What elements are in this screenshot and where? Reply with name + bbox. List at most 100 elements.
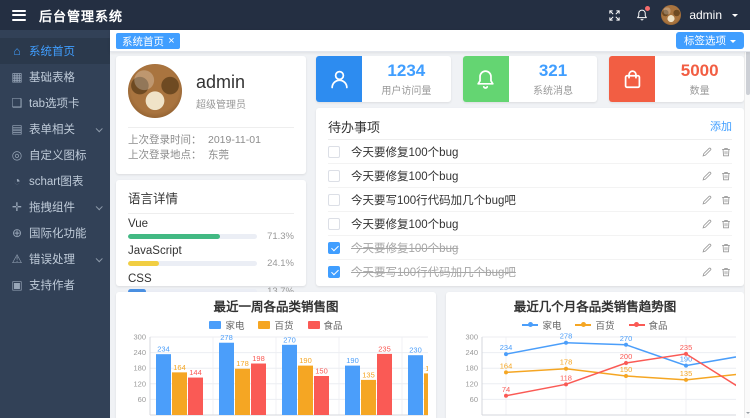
sidebar-item-系统首页[interactable]: ⌂系统首页 xyxy=(0,38,110,64)
todo-text: 今天要修复100个bug xyxy=(351,240,701,256)
legend-item[interactable]: 食品 xyxy=(308,318,343,332)
todo-item: 今天要写100行代码加几个bug吧 xyxy=(328,260,732,284)
delete-icon[interactable] xyxy=(720,194,732,206)
edit-icon[interactable] xyxy=(701,170,713,182)
info-value: 2019-11-01 xyxy=(208,133,261,148)
username[interactable]: admin xyxy=(689,8,722,22)
todo-title: 待办事项 xyxy=(328,117,380,136)
svg-text:144: 144 xyxy=(189,368,202,377)
todo-checkbox[interactable] xyxy=(328,218,340,230)
i18n-globe-icon: ⊕ xyxy=(9,226,25,240)
info-value: 东莞 xyxy=(208,148,229,163)
delete-icon[interactable] xyxy=(720,266,732,278)
sidebar-item-label: 支持作者 xyxy=(29,277,75,293)
sidebar-item-label: 错误处理 xyxy=(29,251,75,267)
legend-item[interactable]: 家电 xyxy=(522,318,561,332)
close-icon[interactable] xyxy=(168,35,174,47)
todo-checkbox[interactable] xyxy=(328,170,340,182)
fullscreen-icon[interactable] xyxy=(605,6,623,24)
scrollbar[interactable] xyxy=(744,30,750,418)
notification-badge xyxy=(645,6,650,11)
sidebar-item-自定义图标[interactable]: ◎自定义图标 xyxy=(0,142,110,168)
bar-chart: 60120180240300周一周二周三周四周五2342782701902301… xyxy=(124,332,428,418)
tabs-container: 系统首页 xyxy=(116,32,180,50)
svg-text:278: 278 xyxy=(560,332,573,341)
svg-text:120: 120 xyxy=(465,379,478,388)
svg-text:300: 300 xyxy=(133,333,146,342)
svg-text:135: 135 xyxy=(362,370,375,379)
bar-chart-title: 最近一周各品类销售图 xyxy=(124,298,428,317)
sidebar-item-label: 系统首页 xyxy=(29,43,75,59)
chevron-down-icon xyxy=(730,40,736,46)
delete-icon[interactable] xyxy=(720,146,732,158)
edit-icon[interactable] xyxy=(701,218,713,230)
svg-text:270: 270 xyxy=(620,334,633,343)
sidebar-item-国际化功能[interactable]: ⊕ 国际化功能 xyxy=(0,220,110,246)
svg-text:60: 60 xyxy=(138,395,146,404)
legend-label: 百货 xyxy=(595,318,614,332)
sidebar-item-错误处理[interactable]: ⚠ 错误处理 xyxy=(0,246,110,272)
edit-icon[interactable] xyxy=(701,242,713,254)
todo-text: 今天要写100行代码加几个bug吧 xyxy=(351,264,701,280)
sidebar-item-表单相关[interactable]: ▤表单相关 xyxy=(0,116,110,142)
sidebar-item-基础表格[interactable]: ▦基础表格 xyxy=(0,64,110,90)
stat-label: 数量 xyxy=(690,82,710,97)
svg-text:240: 240 xyxy=(465,348,478,357)
tag-options-button[interactable]: 标签选项 xyxy=(676,32,744,49)
svg-text:150: 150 xyxy=(315,367,328,376)
sidebar-item-支持作者[interactable]: ▣支持作者 xyxy=(0,272,110,298)
edit-icon[interactable] xyxy=(701,266,713,278)
sidebar-item-拖拽组件[interactable]: ✛拖拽组件 xyxy=(0,194,110,220)
edit-icon[interactable] xyxy=(701,146,713,158)
svg-text:178: 178 xyxy=(560,358,573,367)
avatar[interactable] xyxy=(661,5,681,25)
legend-item[interactable]: 食品 xyxy=(629,318,668,332)
custom-icon-icon: ◎ xyxy=(9,148,25,162)
scrollbar-down-arrow[interactable] xyxy=(746,412,750,416)
sidebar-item-tab选项卡[interactable]: ❑tab选项卡 xyxy=(0,90,110,116)
delete-icon[interactable] xyxy=(720,218,732,230)
sidebar-item-schart图表[interactable]: ◔schart图表 xyxy=(0,168,110,194)
legend-item[interactable]: 家电 xyxy=(209,318,244,332)
legend-line-marker xyxy=(575,324,591,326)
todo-list: 今天要修复100个bug今天要修复100个bug今天要写100行代码加几个bug… xyxy=(328,140,732,284)
legend-swatch xyxy=(308,321,320,329)
legend-label: 家电 xyxy=(542,318,561,332)
delete-icon[interactable] xyxy=(720,242,732,254)
todo-checkbox[interactable] xyxy=(328,146,340,158)
stat-value: 5000 xyxy=(681,62,719,80)
sidebar-item-label: 国际化功能 xyxy=(29,225,87,241)
todo-add-link[interactable]: 添加 xyxy=(710,118,732,134)
tab-label: 系统首页 xyxy=(122,34,164,49)
user-icon xyxy=(316,56,362,102)
legend-item[interactable]: 百货 xyxy=(258,318,293,332)
topbar-right: admin xyxy=(605,5,738,25)
line-chart-card: 最近几个月各品类销售趋势图 家电百货食品 601201802403001月2月3… xyxy=(446,292,744,418)
todo-text: 今天要写100行代码加几个bug吧 xyxy=(351,192,701,208)
language-row: JavaScript24.1% xyxy=(128,245,294,269)
delete-icon[interactable] xyxy=(720,170,732,182)
menu-toggle-icon[interactable] xyxy=(12,10,26,21)
svg-text:164: 164 xyxy=(500,361,513,370)
svg-text:300: 300 xyxy=(465,333,478,342)
legend-label: 食品 xyxy=(649,318,668,332)
sidebar: ⌂系统首页▦基础表格❑tab选项卡▤表单相关◎自定义图标◔schart图表✛拖拽… xyxy=(0,30,110,418)
todo-checkbox[interactable] xyxy=(328,242,340,254)
error-warning-icon: ⚠ xyxy=(9,252,25,266)
legend-item[interactable]: 百货 xyxy=(575,318,614,332)
todo-checkbox[interactable] xyxy=(328,266,340,278)
todo-checkbox[interactable] xyxy=(328,194,340,206)
svg-text:180: 180 xyxy=(465,364,478,373)
svg-text:164: 164 xyxy=(173,363,186,372)
language-name: JavaScript xyxy=(128,245,294,258)
chevron-down-icon xyxy=(732,14,738,20)
todo-card: 待办事项 添加 今天要修复100个bug今天要修复100个bug今天要写100行… xyxy=(316,108,744,286)
edit-icon[interactable] xyxy=(701,194,713,206)
bell-icon[interactable] xyxy=(633,6,651,24)
legend-label: 百货 xyxy=(274,318,293,332)
bell-icon xyxy=(463,56,509,102)
legend-label: 家电 xyxy=(225,318,244,332)
tab-系统首页[interactable]: 系统首页 xyxy=(116,33,180,49)
tabbar: 系统首页 标签选项 xyxy=(110,30,750,52)
svg-text:235: 235 xyxy=(378,344,391,353)
